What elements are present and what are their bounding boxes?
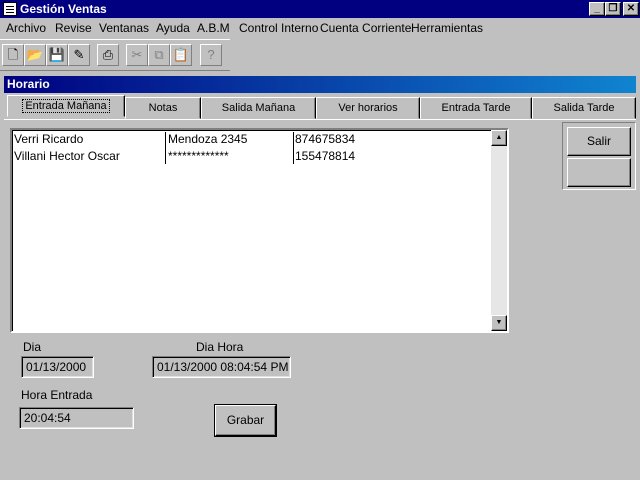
tab-salida-tarde[interactable]: Salida Tarde bbox=[532, 97, 636, 119]
hora-entrada-field[interactable]: 20:04:54 bbox=[19, 407, 134, 429]
menu-bar: Archivo Revise Ventanas Ayuda A.B.M Cont… bbox=[0, 18, 640, 38]
tab-notas[interactable]: Notas bbox=[125, 97, 201, 119]
form-title-bar[interactable]: Horario bbox=[4, 76, 636, 93]
employee-name: Verri Ricardo bbox=[14, 132, 84, 146]
tab-label: Ver horarios bbox=[338, 102, 398, 114]
form-title: Horario bbox=[7, 77, 50, 91]
tab-label: Entrada Mañana bbox=[22, 99, 110, 113]
open-icon[interactable]: 📂 bbox=[24, 44, 46, 66]
title-bar[interactable]: Gestión Ventas _ ❐ ✕ bbox=[0, 0, 640, 18]
dia-field[interactable]: 01/13/2000 bbox=[21, 356, 94, 378]
tab-label: Entrada Tarde bbox=[441, 102, 511, 114]
tab-entrada-manana[interactable]: Entrada Mañana bbox=[7, 95, 125, 117]
salir-button[interactable]: Salir bbox=[567, 127, 631, 156]
list-item[interactable]: Verri Ricardo Mendoza 2345 874675834 bbox=[14, 130, 492, 147]
toolbar: 🗋 📂 💾 ✎ ⎙ ✂ ⧉ 📋 ? bbox=[0, 39, 230, 71]
close-button[interactable]: ✕ bbox=[623, 2, 639, 16]
window-title: Gestión Ventas bbox=[20, 2, 107, 16]
menu-herramientas[interactable]: Herramientas bbox=[411, 21, 483, 35]
scroll-up-icon[interactable]: ▲ bbox=[491, 130, 507, 146]
dia-hora-field[interactable]: 01/13/2000 08:04:54 PM bbox=[152, 356, 291, 378]
new-icon[interactable]: 🗋 bbox=[2, 44, 24, 66]
hora-entrada-label: Hora Entrada bbox=[21, 388, 93, 402]
tab-divider bbox=[4, 119, 636, 120]
menu-cuenta-corriente[interactable]: Cuenta Corriente bbox=[320, 21, 411, 35]
paste-icon[interactable]: 📋 bbox=[170, 44, 192, 66]
employee-list[interactable]: Verri Ricardo Mendoza 2345 874675834 Vil… bbox=[10, 128, 509, 333]
list-item[interactable]: Villani Hector Oscar ************* 15547… bbox=[14, 147, 492, 164]
dia-label: Dia bbox=[23, 340, 42, 354]
action-button-group: Salir bbox=[562, 122, 636, 190]
tab-entrada-tarde[interactable]: Entrada Tarde bbox=[420, 97, 532, 119]
employee-name: Villani Hector Oscar bbox=[14, 149, 120, 163]
tab-label: Notas bbox=[148, 102, 178, 114]
scroll-down-icon[interactable]: ▼ bbox=[491, 315, 507, 331]
minimize-button[interactable]: _ bbox=[589, 2, 605, 16]
employee-phone: 155478814 bbox=[295, 149, 356, 163]
tab-label: Salida Tarde bbox=[553, 102, 615, 114]
menu-abm[interactable]: A.B.M bbox=[197, 21, 230, 35]
tab-salida-manana[interactable]: Salida Mañana bbox=[201, 97, 316, 119]
menu-ventanas[interactable]: Ventanas bbox=[99, 21, 149, 35]
employee-address: Mendoza 2345 bbox=[168, 132, 248, 146]
menu-revise[interactable]: Revise bbox=[55, 21, 92, 35]
grabar-button[interactable]: Grabar bbox=[214, 404, 277, 437]
employee-phone: 874675834 bbox=[295, 132, 356, 146]
help-icon[interactable]: ? bbox=[200, 44, 222, 66]
menu-archivo[interactable]: Archivo bbox=[6, 21, 46, 35]
employee-address: ************* bbox=[168, 149, 229, 163]
copy-icon[interactable]: ⧉ bbox=[148, 44, 170, 66]
app-icon[interactable] bbox=[3, 2, 17, 16]
print-icon[interactable]: ⎙ bbox=[97, 44, 119, 66]
edit-icon[interactable]: ✎ bbox=[68, 44, 90, 66]
cut-icon[interactable]: ✂ bbox=[126, 44, 148, 66]
vertical-scrollbar[interactable]: ▲ ▼ bbox=[491, 130, 507, 331]
tab-ver-horarios[interactable]: Ver horarios bbox=[316, 97, 420, 119]
tab-label: Salida Mañana bbox=[221, 102, 296, 114]
menu-ayuda[interactable]: Ayuda bbox=[156, 21, 190, 35]
menu-control-interno[interactable]: Control Interno bbox=[239, 21, 318, 35]
dia-hora-label: Dia Hora bbox=[196, 340, 244, 354]
restore-button[interactable]: ❐ bbox=[605, 2, 621, 16]
save-icon[interactable]: 💾 bbox=[46, 44, 68, 66]
blank-button[interactable] bbox=[567, 158, 631, 187]
